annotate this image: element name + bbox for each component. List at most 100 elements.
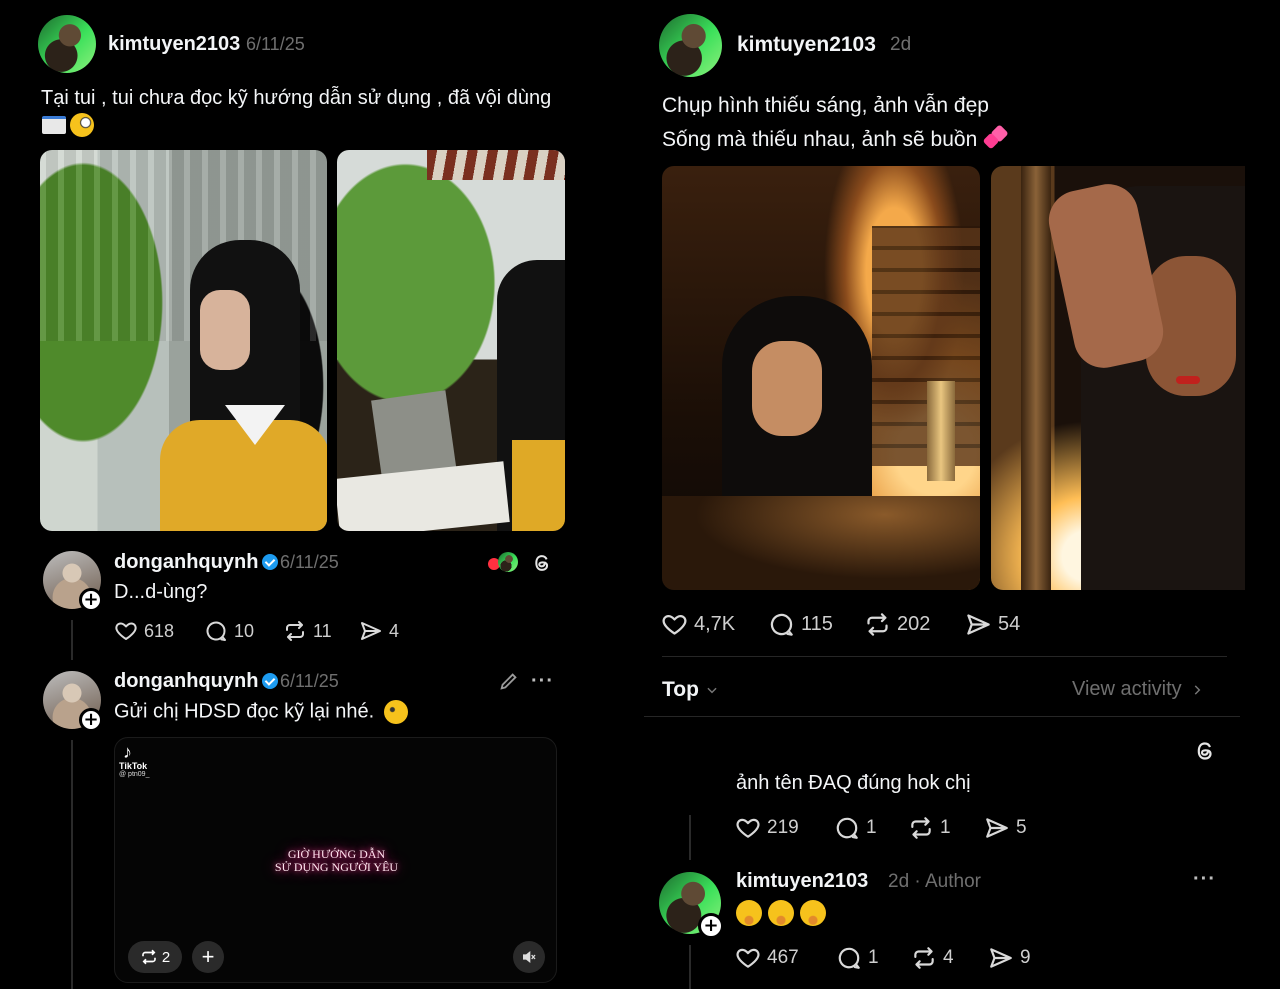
more-options-icon[interactable]: ···	[531, 670, 554, 693]
divider	[644, 716, 1240, 717]
like-count: 4,7K	[694, 613, 736, 635]
reply-date[interactable]: 6/11/25	[280, 671, 339, 692]
comment-count: 1	[866, 817, 877, 838]
comment-button[interactable]: 1	[836, 945, 879, 971]
post-photo-1[interactable]	[40, 150, 327, 531]
post-photo-2[interactable]	[337, 150, 565, 531]
threads-logo-icon[interactable]	[531, 552, 553, 579]
heart-icon	[735, 815, 761, 841]
comment-button[interactable]: 10	[204, 619, 254, 643]
share-icon	[359, 619, 383, 643]
post-caption-line2-text: Sống mà thiếu nhau, ảnh sẽ buồn	[662, 128, 978, 151]
share-icon	[988, 945, 1014, 971]
reply-text: D...d-ùng?	[114, 581, 208, 603]
comment-button[interactable]: 115	[768, 611, 833, 638]
share-button[interactable]: 9	[988, 945, 1031, 971]
repost-count: 4	[943, 947, 954, 968]
remix-count: 2	[161, 948, 171, 966]
like-button[interactable]: 4,7K	[661, 611, 735, 638]
repost-count: 11	[313, 620, 332, 641]
monocle-face-emoji-icon	[70, 113, 94, 137]
like-button[interactable]: 618	[114, 619, 174, 643]
thread-line	[689, 945, 691, 989]
edit-pencil-icon[interactable]	[498, 670, 520, 697]
comment-count: 1	[868, 947, 879, 968]
post-caption-line1: Chụp hình thiếu sáng, ảnh vẫn đẹp	[662, 94, 989, 117]
repost-icon	[140, 948, 158, 966]
comment-count: 10	[234, 620, 255, 641]
like-button[interactable]: 219	[735, 815, 799, 841]
winking-face-emoji-icon	[383, 700, 408, 724]
follow-plus-icon[interactable]: +	[79, 588, 103, 612]
post-photo-1[interactable]	[662, 166, 980, 590]
remix-button[interactable]: 2	[128, 941, 182, 973]
share-button[interactable]: 4	[359, 619, 399, 643]
reply-date[interactable]: 6/11/25	[280, 552, 339, 573]
comment-button[interactable]: 1	[834, 815, 877, 841]
avatar[interactable]	[38, 15, 96, 73]
reply-time: 2d	[888, 871, 910, 892]
post-date[interactable]: 6/11/25	[246, 34, 305, 55]
threads-logo-icon[interactable]	[1193, 739, 1217, 768]
post-author-name[interactable]: kimtuyen2103	[108, 33, 240, 56]
comment-icon	[204, 619, 228, 643]
mini-avatar	[498, 552, 518, 572]
share-icon	[984, 815, 1010, 841]
reply-author-name[interactable]: kimtuyen2103	[736, 870, 868, 893]
follow-plus-icon[interactable]: +	[79, 708, 103, 732]
repost-button[interactable]: 4	[911, 945, 954, 971]
tiktok-brand: TikTok	[119, 761, 148, 771]
like-count: 618	[144, 620, 175, 641]
mute-button[interactable]	[513, 941, 545, 973]
like-count: 467	[767, 947, 799, 968]
shushing-face-emoji-icon	[736, 900, 762, 926]
comment-icon	[834, 815, 860, 841]
share-icon	[965, 611, 992, 638]
tiktok-logo-icon: ♪	[123, 742, 132, 762]
book-emoji-icon	[42, 116, 66, 134]
video-card[interactable]: ♪ TikTok @ ptn09_ GIỜ HƯỚNG DẪN SỬ DỤNG …	[114, 737, 557, 983]
share-button[interactable]: 54	[965, 611, 1020, 638]
reply-author-name[interactable]: donganhquynh	[114, 551, 279, 574]
reply-author-name-text: donganhquynh	[114, 670, 259, 692]
video-title-line2: SỬ DỤNG NGƯỜI YÊU	[274, 860, 399, 874]
add-button[interactable]: +	[192, 941, 224, 973]
comment-count: 115	[801, 613, 833, 635]
reply-meta[interactable]: 2d · Author	[888, 871, 981, 893]
verified-badge-icon	[262, 554, 279, 570]
speaker-muted-icon	[523, 950, 536, 964]
reaction-avatars[interactable]	[488, 552, 520, 574]
author-label: Author	[924, 871, 981, 892]
share-button[interactable]: 5	[984, 815, 1027, 841]
comment-text: ảnh tên ĐAQ đúng hok chị	[736, 772, 971, 794]
share-count: 54	[998, 613, 1021, 635]
like-button[interactable]: 467	[735, 945, 799, 971]
share-count: 4	[389, 620, 400, 641]
tiktok-handle: @ ptn09_	[119, 771, 150, 778]
repost-icon	[911, 945, 937, 971]
more-options-icon[interactable]: ···	[1193, 868, 1216, 891]
repost-button[interactable]: 11	[283, 619, 332, 643]
post-caption-line2: Sống mà thiếu nhau, ảnh sẽ buồn	[662, 124, 1011, 152]
repost-count: 1	[940, 817, 951, 838]
view-activity-link[interactable]: View activity	[1072, 678, 1204, 701]
post-photo-2[interactable]	[991, 166, 1245, 590]
follow-plus-icon[interactable]: +	[698, 913, 724, 939]
avatar[interactable]	[659, 14, 722, 77]
reply-author-name[interactable]: donganhquynh	[114, 670, 279, 693]
repost-icon	[283, 619, 307, 643]
repost-icon	[908, 815, 934, 841]
post-time[interactable]: 2d	[890, 34, 911, 56]
sort-dropdown[interactable]: Top	[662, 678, 719, 702]
repost-button[interactable]: 1	[908, 815, 951, 841]
reply-text: Gửi chị HDSD đọc kỹ lại nhé.	[114, 700, 408, 724]
thread-line	[71, 740, 73, 989]
reply-emoji-row	[736, 900, 826, 926]
shushing-face-emoji-icon	[768, 900, 794, 926]
repost-button[interactable]: 202	[864, 611, 930, 638]
post-author-name[interactable]: kimtuyen2103	[737, 33, 876, 57]
verified-badge-icon	[262, 673, 279, 689]
share-count: 9	[1020, 947, 1031, 968]
shushing-face-emoji-icon	[800, 900, 826, 926]
sort-label: Top	[662, 678, 699, 701]
